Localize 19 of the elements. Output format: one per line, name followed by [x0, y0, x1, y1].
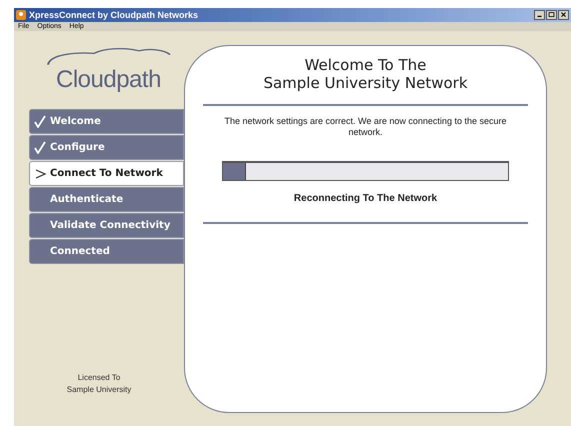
- window-title: XpressConnect by Cloudpath Networks: [29, 10, 198, 20]
- chevron-icon: [34, 167, 47, 180]
- app-icon: [16, 10, 26, 20]
- step-item[interactable]: Validate Connectivity: [29, 213, 184, 238]
- close-button[interactable]: [558, 10, 569, 20]
- minimize-button[interactable]: [534, 10, 545, 20]
- maximize-button[interactable]: [546, 10, 557, 20]
- progress-label: Reconnecting To The Network: [294, 193, 438, 204]
- step-item[interactable]: Authenticate: [29, 187, 184, 212]
- step-item[interactable]: Connect To Network: [29, 161, 184, 186]
- step-item[interactable]: Welcome: [29, 109, 184, 134]
- check-icon: [34, 115, 47, 128]
- step-item[interactable]: Configure: [29, 135, 184, 160]
- panel-title: Welcome To The Sample University Network: [263, 56, 468, 92]
- step-item[interactable]: Connected: [29, 239, 184, 264]
- status-message: The network settings are correct. We are now connecting to the secure network.: [224, 116, 508, 138]
- license-text: Licensed To Sample University: [66, 372, 132, 396]
- check-icon: [34, 141, 47, 154]
- logo-text: Cloudpath: [56, 67, 161, 93]
